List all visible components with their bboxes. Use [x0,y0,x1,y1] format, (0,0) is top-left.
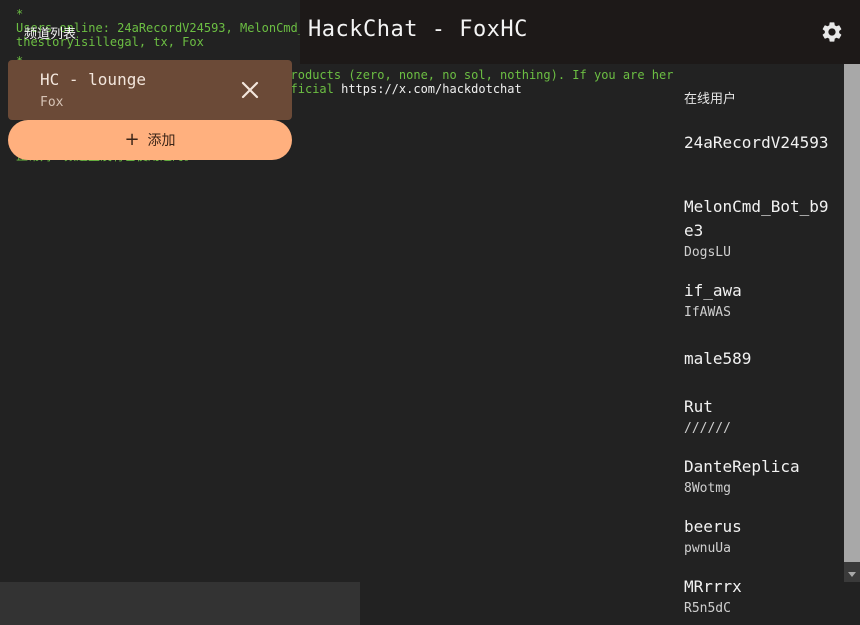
user-name: MelonCmd_Bot_b9e3 [684,197,829,240]
user-name: beerus [684,517,742,536]
channel-name: HC - lounge [40,70,146,89]
add-button-label: 添加 [147,133,176,149]
close-icon[interactable] [240,80,260,100]
scroll-down-arrow-icon[interactable] [848,572,856,577]
user-trip: pwnuUa [684,541,731,556]
scrollbar-thumb[interactable] [844,64,860,562]
user-name: MRrrrx [684,577,742,596]
channel-card-hc-lounge[interactable]: HC - lounge Fox [8,60,292,120]
drawer-heading: 频道列表 [24,27,77,42]
user-item[interactable]: Rut ////// [684,395,834,437]
channel-nick: Fox [40,95,64,110]
user-item[interactable]: beerus pwnuUa [684,515,834,557]
add-channel-button[interactable]: + 添加 [8,120,292,160]
user-name: DanteReplica [684,457,800,476]
user-trip: IfAWAS [684,305,731,320]
user-item[interactable]: male589 [684,347,834,371]
user-trip: ////// [684,421,731,436]
user-name: if_awa [684,281,742,300]
user-name: 24aRecordV24593 [684,133,829,152]
user-name: Rut [684,397,713,416]
message-input-area[interactable] [0,582,360,625]
hackdotchat-link[interactable]: https://x.com/hackdotchat [341,82,522,96]
gear-icon[interactable] [820,20,844,44]
online-users-heading: 在线用户 [684,92,737,107]
channel-drawer: 频道列表 HC - lounge Fox + 添加 [0,0,300,170]
user-name: male589 [684,349,752,368]
online-users-panel: 在线用户 24aRecordV24593 MelonCmd_Bot_b9e3 D… [674,64,844,625]
user-trip: 8Wotmg [684,481,731,496]
user-item[interactable]: if_awa IfAWAS [684,279,834,321]
top-header: HackChat - FoxHC [300,0,860,64]
user-item[interactable]: MRrrrx R5n5dC [684,575,834,617]
user-item[interactable]: MelonCmd_Bot_b9e3 DogsLU [684,195,834,261]
user-item[interactable]: 24aRecordV24593 [684,131,834,155]
plus-icon: + [124,129,140,150]
user-trip: DogsLU [684,245,731,260]
page-title: HackChat - FoxHC [308,17,528,42]
user-trip: R5n5dC [684,601,731,616]
user-item[interactable]: DanteReplica 8Wotmg [684,455,834,497]
users-scrollbar[interactable] [844,64,860,582]
